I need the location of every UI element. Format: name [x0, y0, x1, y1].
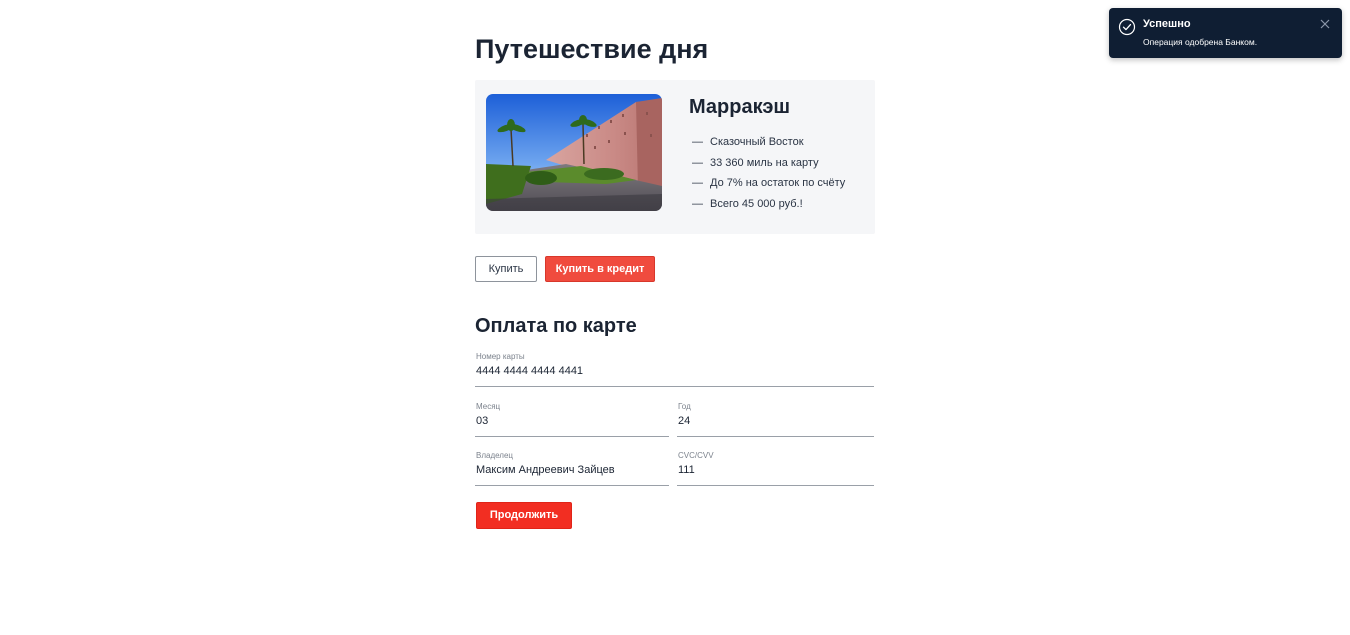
feature-text: До 7% на остаток по счёту [710, 177, 846, 189]
success-toast: Успешно Операция одобрена Банком. [1109, 8, 1342, 58]
offer-city-title: Марракэш [689, 96, 791, 118]
cvc-label: CVC/CVV [678, 451, 714, 460]
card-number-input[interactable] [475, 362, 874, 380]
buy-button[interactable]: Купить [475, 256, 537, 282]
year-field: Год [677, 402, 874, 437]
toast-message: Операция одобрена Банком. [1143, 37, 1258, 47]
continue-button[interactable]: Продолжить [476, 502, 572, 529]
cvc-input[interactable] [677, 461, 874, 479]
offer-image [486, 94, 662, 211]
list-item: — Всего 45 000 руб.! [692, 197, 803, 210]
year-input[interactable] [677, 412, 874, 430]
card-number-label: Номер карты [476, 352, 525, 361]
feature-text: Всего 45 000 руб.! [710, 197, 803, 210]
feature-text: 33 360 миль на карту [710, 156, 819, 169]
offer-features-list: — Сказочный Восток —33 360 миль на карту … [692, 132, 845, 214]
buy-on-credit-button[interactable]: Купить в кредит [545, 256, 655, 282]
owner-label: Владелец [476, 451, 514, 460]
owner-field: Владелец [475, 451, 669, 486]
page-title: Путешествие дня [475, 34, 709, 64]
city-wall-photo-icon [486, 94, 662, 211]
close-icon[interactable] [1319, 18, 1331, 30]
year-label: Год [678, 402, 691, 411]
owner-input[interactable] [475, 461, 669, 479]
list-item: — До 7% на остаток по счёту [692, 177, 846, 189]
card-number-field: Номер карты [475, 352, 874, 387]
month-label: Месяц [476, 402, 501, 411]
month-field: Месяц [475, 402, 669, 437]
feature-text: Сказочный Восток [710, 136, 804, 148]
cvc-field: CVC/CVV [677, 451, 874, 486]
month-input[interactable] [475, 412, 669, 430]
toast-title: Успешно [1143, 18, 1191, 30]
payment-section-title: Оплата по карте [475, 315, 637, 337]
check-circle-icon [1118, 18, 1136, 36]
list-item: — Сказочный Восток [692, 136, 804, 148]
list-item: —33 360 миль на карту [692, 156, 819, 169]
